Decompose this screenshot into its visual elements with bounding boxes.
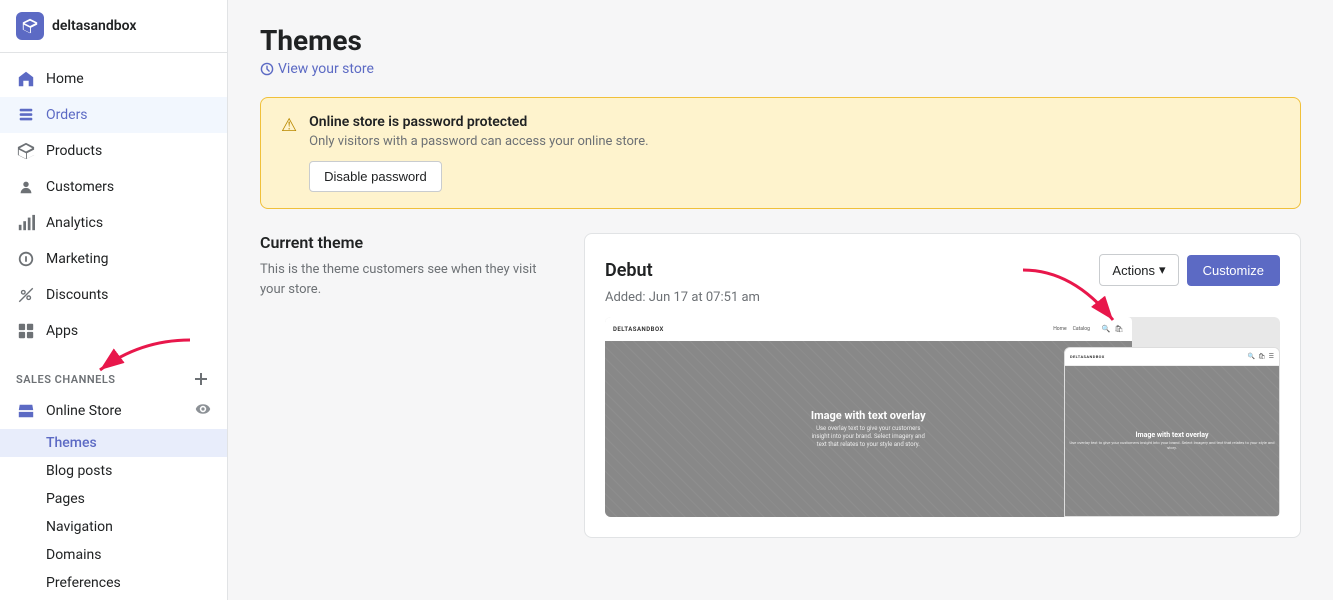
actions-label: Actions [1112, 263, 1155, 278]
desktop-hero-text: Image with text overlay Use overlay text… [800, 401, 936, 456]
desktop-nav-bar: DELTASANDBOX Home Catalog 🔍 🛍 [605, 317, 1132, 341]
mobile-search-icon: 🔍 [1248, 353, 1255, 360]
sidebar-item-customers[interactable]: Customers [0, 169, 227, 205]
main-nav: Home Orders Products Customers [0, 53, 227, 357]
disable-password-button[interactable]: Disable password [309, 161, 442, 192]
sidebar-item-products[interactable]: Products [0, 133, 227, 169]
sidebar-item-home-label: Home [46, 71, 84, 87]
main-content: Themes View your store ⚠ Online store is… [228, 0, 1333, 600]
search-icon: 🔍 [1102, 325, 1111, 333]
sidebar-subitem-preferences[interactable]: Preferences [0, 569, 227, 597]
banner-title: Online store is password protected [309, 114, 1280, 130]
discounts-icon [16, 285, 36, 305]
mobile-hero-title: Image with text overlay [1069, 431, 1275, 439]
theme-preview: DELTASANDBOX Home Catalog 🔍 🛍 [605, 317, 1280, 517]
desktop-link2: Catalog [1073, 326, 1090, 332]
themes-label: Themes [46, 435, 97, 451]
page-title: Themes [260, 24, 1301, 57]
theme-card: Debut Actions ▾ Customize Added: Jun 17 … [584, 233, 1301, 538]
sidebar-item-analytics-label: Analytics [46, 215, 103, 231]
theme-card-header: Debut Actions ▾ Customize [605, 254, 1280, 286]
sidebar-subitem-themes[interactable]: Themes [0, 429, 227, 457]
desktop-hero-subtitle: Use overlay text to give your customers … [808, 425, 928, 448]
sidebar-item-online-store[interactable]: Online Store [0, 393, 227, 429]
products-icon [16, 141, 36, 161]
sidebar-item-home[interactable]: Home [0, 61, 227, 97]
sidebar-item-orders-label: Orders [46, 107, 88, 123]
add-sales-channel-button[interactable] [191, 369, 211, 389]
password-banner: ⚠ Online store is password protected Onl… [260, 97, 1301, 209]
pages-label: Pages [46, 491, 85, 507]
analytics-icon [16, 213, 36, 233]
mobile-hero: Image with text overlay Use overlay text… [1065, 366, 1279, 516]
desktop-preview: DELTASANDBOX Home Catalog 🔍 🛍 [605, 317, 1132, 517]
preferences-label: Preferences [46, 575, 121, 591]
sidebar-item-analytics[interactable]: Analytics [0, 205, 227, 241]
current-theme-description: This is the theme customers see when the… [260, 260, 560, 299]
view-store-link[interactable]: View your store [260, 61, 1301, 77]
mobile-preview: DELTASANDBOX 🔍 🛍 ☰ Image with text overl… [1064, 347, 1280, 517]
store-logo-icon [16, 12, 44, 40]
desktop-nav-icons: 🔍 🛍 [1102, 325, 1124, 333]
theme-date: Added: Jun 17 at 07:51 am [605, 290, 1280, 305]
marketing-icon [16, 249, 36, 269]
store-name: deltasandbox [52, 18, 136, 34]
current-theme-info: Current theme This is the theme customer… [260, 233, 560, 299]
actions-button[interactable]: Actions ▾ [1099, 254, 1178, 286]
apps-icon [16, 321, 36, 341]
sidebar-item-customers-label: Customers [46, 179, 114, 195]
online-store-left: Online Store [16, 401, 122, 421]
mobile-menu-icon: ☰ [1269, 353, 1274, 360]
sidebar-item-apps[interactable]: Apps [0, 313, 227, 349]
warning-icon: ⚠ [281, 115, 297, 136]
chevron-down-icon: ▾ [1159, 262, 1166, 278]
mobile-brand: DELTASANDBOX [1070, 354, 1105, 359]
sidebar-item-marketing-label: Marketing [46, 251, 109, 267]
online-store-icon [16, 401, 36, 421]
theme-actions: Actions ▾ Customize [1099, 254, 1280, 286]
customers-icon [16, 177, 36, 197]
sidebar-item-orders[interactable]: Orders [0, 97, 227, 133]
sidebar-item-discounts[interactable]: Discounts [0, 277, 227, 313]
sidebar-item-products-label: Products [46, 143, 102, 159]
home-icon [16, 69, 36, 89]
domains-label: Domains [46, 547, 101, 563]
online-store-label: Online Store [46, 403, 122, 419]
view-store-label: View your store [278, 61, 374, 77]
theme-section: Current theme This is the theme customer… [260, 233, 1301, 538]
sidebar-subitem-domains[interactable]: Domains [0, 541, 227, 569]
blog-posts-label: Blog posts [46, 463, 112, 479]
sidebar-subitem-blog-posts[interactable]: Blog posts [0, 457, 227, 485]
sidebar-item-marketing[interactable]: Marketing [0, 241, 227, 277]
mobile-hero-text: Image with text overlay Use overlay text… [1065, 427, 1279, 455]
mobile-nav-icons: 🔍 🛍 ☰ [1248, 353, 1275, 360]
cart-icon: 🛍 [1115, 325, 1124, 333]
theme-name: Debut [605, 260, 653, 281]
navigation-label: Navigation [46, 519, 113, 535]
mobile-cart-icon: 🛍 [1258, 353, 1266, 360]
mobile-nav-bar: DELTASANDBOX 🔍 🛍 ☰ [1065, 348, 1279, 366]
sidebar-item-apps-label: Apps [46, 323, 78, 339]
desktop-brand: DELTASANDBOX [613, 326, 664, 333]
sidebar-item-discounts-label: Discounts [46, 287, 108, 303]
mobile-hero-subtitle: Use overlay text to give your customers … [1069, 441, 1275, 451]
desktop-hero: Image with text overlay Use overlay text… [605, 341, 1132, 517]
sales-channels-section-header: SALES CHANNELS [0, 357, 227, 393]
banner-subtitle: Only visitors with a password can access… [309, 134, 1280, 149]
current-theme-title: Current theme [260, 233, 560, 252]
desktop-link1: Home [1053, 326, 1066, 332]
orders-icon [16, 105, 36, 125]
desktop-nav-links: Home Catalog [1053, 326, 1090, 332]
store-logo-area: deltasandbox [0, 0, 227, 53]
eye-icon[interactable] [195, 401, 211, 421]
banner-content: Online store is password protected Only … [309, 114, 1280, 192]
sidebar-subitem-navigation[interactable]: Navigation [0, 513, 227, 541]
sidebar-subitem-pages[interactable]: Pages [0, 485, 227, 513]
desktop-hero-title: Image with text overlay [808, 409, 928, 422]
customize-button[interactable]: Customize [1187, 255, 1280, 286]
sidebar: deltasandbox Home Orders Products [0, 0, 228, 600]
sales-channels-label: SALES CHANNELS [16, 373, 116, 386]
